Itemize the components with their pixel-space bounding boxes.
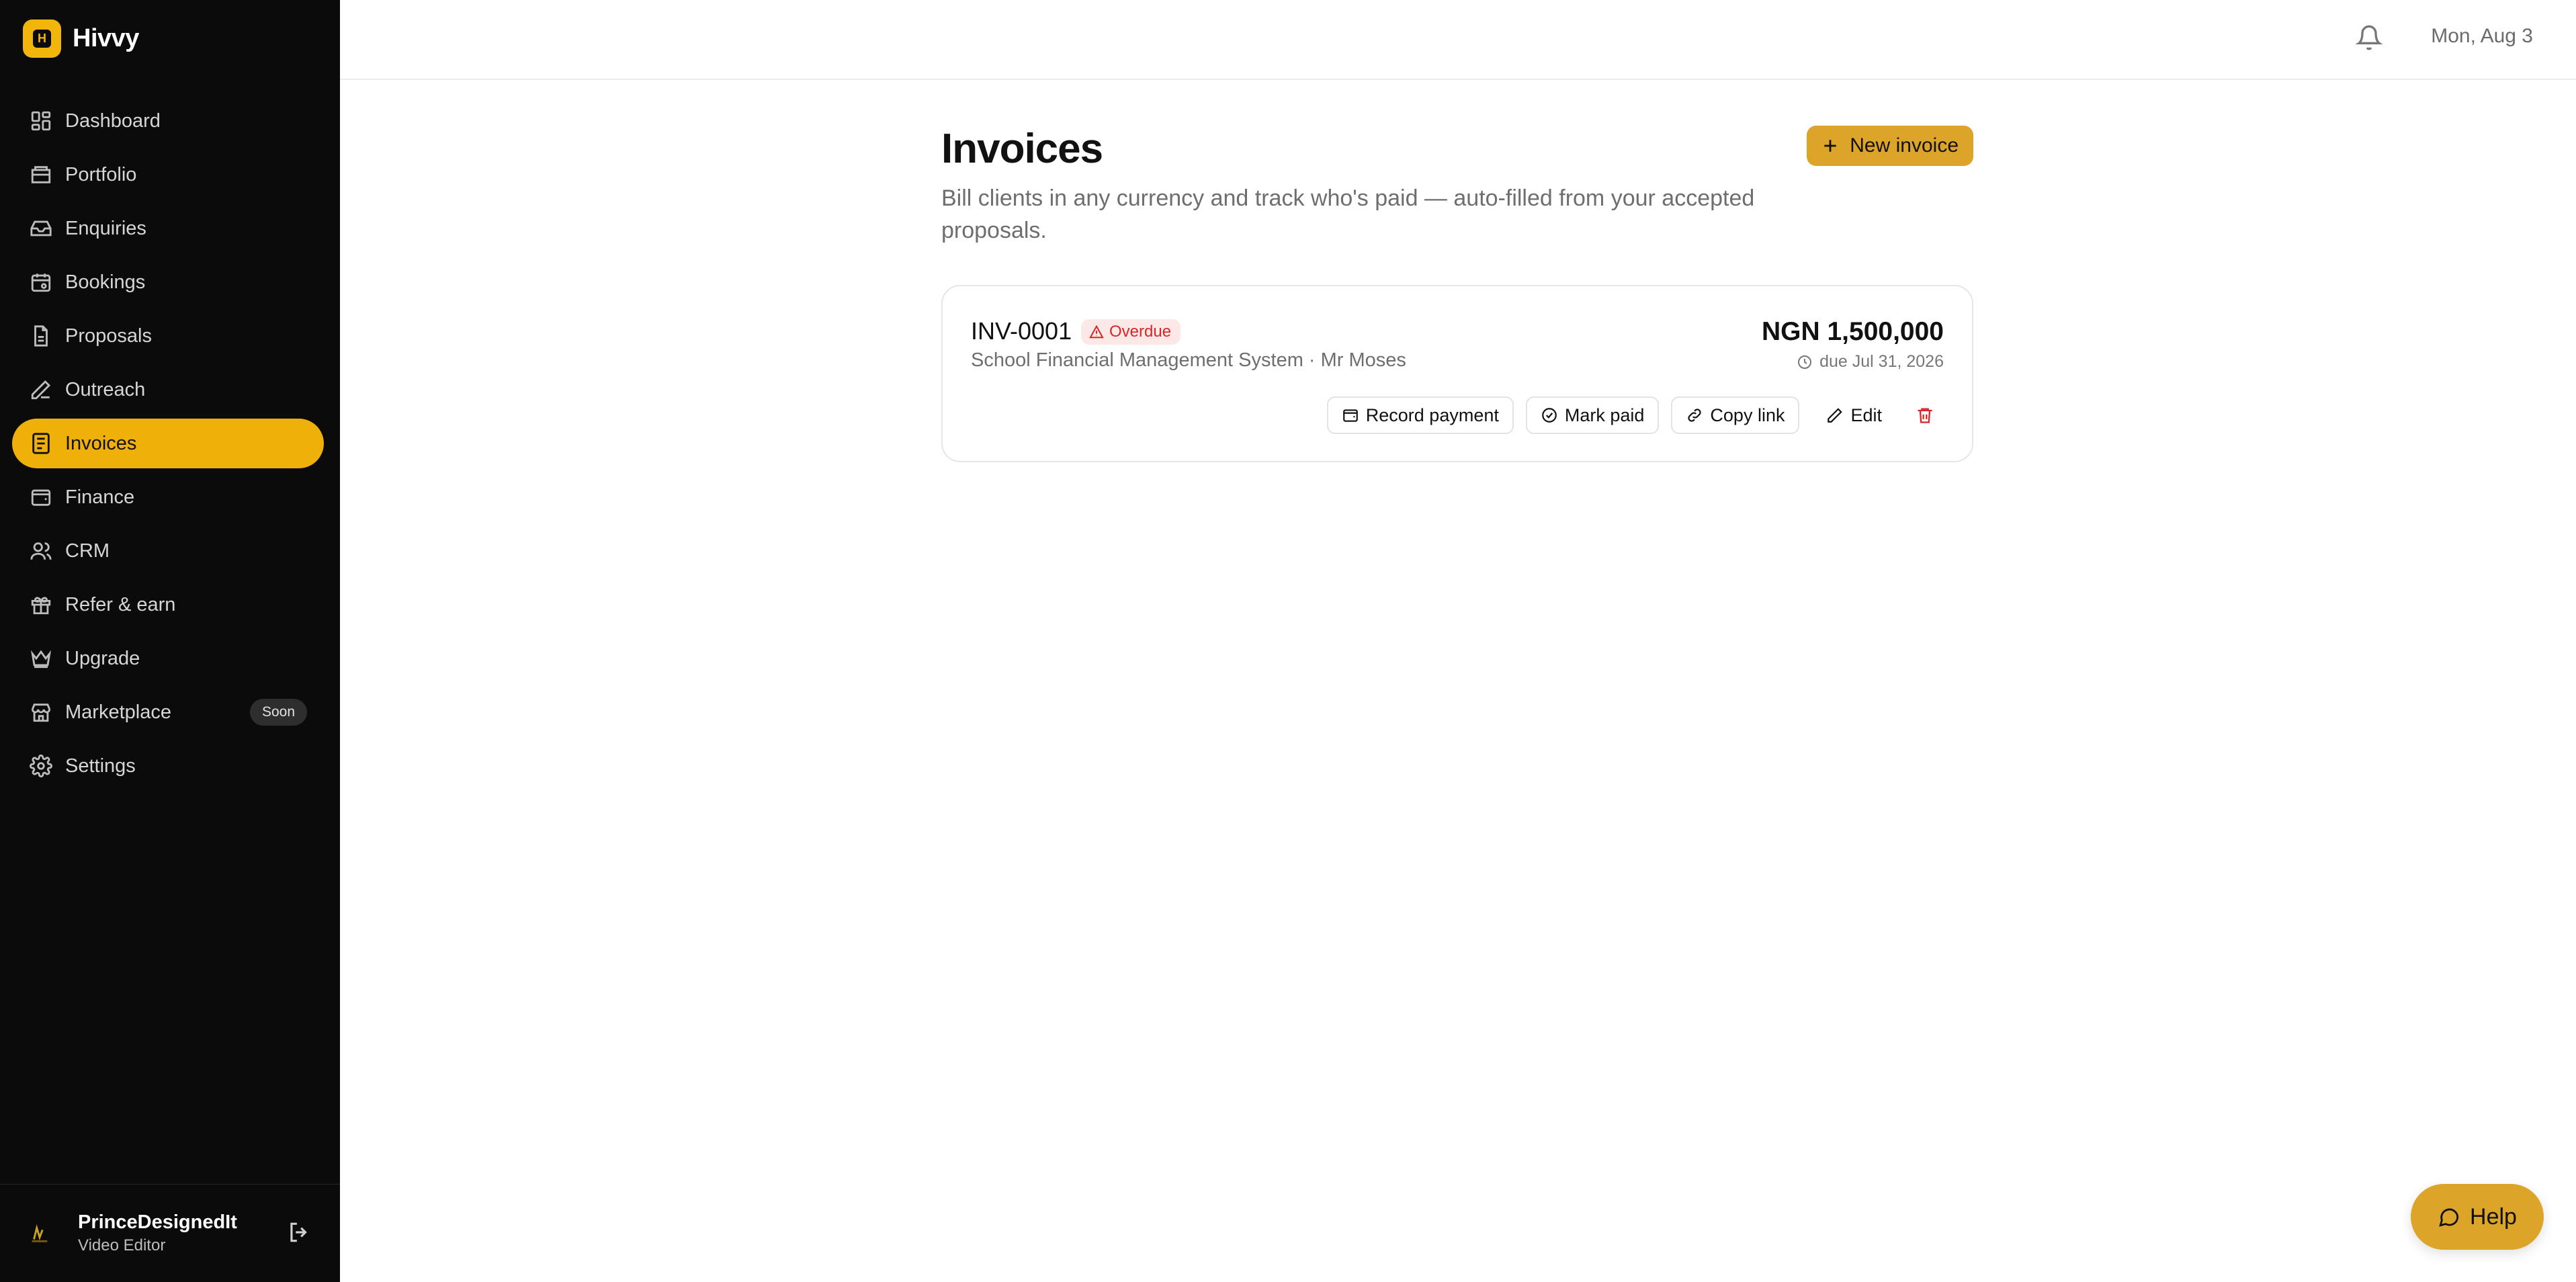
sidebar-item-label: Outreach xyxy=(65,378,146,400)
sidebar-item-crm[interactable]: CRM xyxy=(12,526,324,576)
wallet-icon xyxy=(31,489,51,506)
sidebar-item-upgrade[interactable]: Upgrade xyxy=(12,634,324,683)
sidebar-item-portfolio[interactable]: Portfolio xyxy=(12,150,324,200)
sidebar-item-label: Proposals xyxy=(65,325,152,347)
inbox-icon xyxy=(30,220,52,237)
brand-name: Hivvy xyxy=(73,24,139,52)
avatar[interactable] xyxy=(28,1222,51,1245)
user-name: PrinceDesignedIt xyxy=(78,1211,237,1233)
sidebar: H Hivvy Dashboard Portfolio Enquiries Bo… xyxy=(0,0,340,1282)
logout-icon[interactable] xyxy=(286,1220,312,1245)
record-payment-label: Record payment xyxy=(1365,404,1499,425)
current-date: Mon, Aug 3 xyxy=(2431,25,2533,47)
record-payment-button[interactable]: Record payment xyxy=(1326,396,1514,434)
document-icon xyxy=(34,325,48,347)
edit-label: Edit xyxy=(1850,404,1882,425)
new-invoice-label: New invoice xyxy=(1850,134,1959,157)
sidebar-item-label: Dashboard xyxy=(65,110,161,132)
pencil-icon xyxy=(1828,408,1843,423)
wallet-icon xyxy=(1342,409,1358,422)
store-icon xyxy=(31,703,51,722)
sidebar-item-proposals[interactable]: Proposals xyxy=(12,311,324,361)
gear-icon xyxy=(30,755,52,777)
copy-link-button[interactable]: Copy link xyxy=(1671,396,1800,434)
sidebar-item-refer-earn[interactable]: Refer & earn xyxy=(12,580,324,630)
portfolio-icon xyxy=(31,166,51,183)
page-description: Bill clients in any currency and track w… xyxy=(941,185,1755,243)
notification-bell-icon[interactable] xyxy=(2356,24,2382,51)
users-icon xyxy=(30,542,52,560)
sidebar-item-label: Marketplace xyxy=(65,701,171,723)
sidebar-item-invoices[interactable]: Invoices xyxy=(12,419,324,468)
top-bar: Mon, Aug 3 xyxy=(340,0,2576,80)
brand-logo[interactable]: H Hivvy xyxy=(23,19,139,58)
clock-icon xyxy=(1798,355,1812,369)
edit-button[interactable]: Edit xyxy=(1811,396,1897,434)
dashboard-icon xyxy=(31,111,51,131)
chat-bubble-icon xyxy=(2439,1208,2459,1227)
user-info: PrinceDesignedIt Video Editor xyxy=(78,1211,237,1255)
link-icon xyxy=(1688,409,1702,422)
crown-icon xyxy=(30,650,52,669)
sidebar-item-label: Finance xyxy=(65,486,135,508)
sidebar-item-finance[interactable]: Finance xyxy=(12,472,324,522)
sidebar-item-label: CRM xyxy=(65,540,110,562)
invoice-subtitle: School Financial Management System · Mr … xyxy=(971,349,1406,371)
invoice-id: INV-0001 xyxy=(971,317,1072,345)
sidebar-item-label: Enquiries xyxy=(65,217,146,239)
invoice-icon xyxy=(32,433,50,454)
sidebar-nav: Dashboard Portfolio Enquiries Bookings P… xyxy=(12,96,324,795)
sidebar-item-label: Invoices xyxy=(65,432,137,454)
sidebar-item-label: Portfolio xyxy=(65,163,137,185)
mark-paid-button[interactable]: Mark paid xyxy=(1525,396,1660,434)
sidebar-item-settings[interactable]: Settings xyxy=(12,741,324,791)
help-button[interactable]: Help xyxy=(2411,1184,2544,1250)
copy-link-label: Copy link xyxy=(1710,404,1785,425)
invoice-actions: Record payment Mark paid Copy link Edit xyxy=(1315,396,1944,434)
mark-paid-label: Mark paid xyxy=(1564,404,1645,425)
sidebar-item-outreach[interactable]: Outreach xyxy=(12,365,324,415)
calendar-icon xyxy=(31,273,51,292)
delete-button[interactable] xyxy=(1906,396,1944,434)
sidebar-item-bookings[interactable]: Bookings xyxy=(12,257,324,307)
trash-icon xyxy=(1918,408,1932,423)
status-badge: Overdue xyxy=(1081,319,1181,345)
invoice-due-date: due Jul 31, 2026 xyxy=(1797,352,1944,372)
plus-icon xyxy=(1824,140,1837,152)
status-label: Overdue xyxy=(1109,323,1172,341)
new-invoice-button[interactable]: New invoice xyxy=(1807,126,1973,166)
sidebar-item-marketplace[interactable]: Marketplace Soon xyxy=(12,687,324,737)
help-label: Help xyxy=(2470,1203,2517,1230)
warning-icon xyxy=(1089,325,1104,339)
user-role: Video Editor xyxy=(78,1236,166,1254)
due-date-text: due Jul 31, 2026 xyxy=(1819,352,1944,371)
hivvy-logo-icon: H xyxy=(23,19,61,58)
sidebar-item-label: Upgrade xyxy=(65,647,140,669)
main-content: Invoices Bill clients in any currency an… xyxy=(941,123,1973,462)
sidebar-item-label: Refer & earn xyxy=(65,593,176,615)
soon-badge: Soon xyxy=(249,699,307,726)
sidebar-item-enquiries[interactable]: Enquiries xyxy=(12,204,324,253)
sidebar-item-label: Settings xyxy=(65,755,136,777)
user-profile: PrinceDesignedIt Video Editor xyxy=(0,1184,340,1282)
pen-icon xyxy=(31,380,51,400)
invoice-card[interactable]: INV-0001 Overdue School Financial Manage… xyxy=(941,285,1973,462)
gift-icon xyxy=(31,597,51,615)
sidebar-item-dashboard[interactable]: Dashboard xyxy=(12,96,324,146)
sidebar-item-label: Bookings xyxy=(65,271,146,293)
invoice-amount: NGN 1,500,000 xyxy=(1761,317,1944,346)
check-circle-icon xyxy=(1542,408,1557,423)
logo-letter: H xyxy=(33,29,51,48)
